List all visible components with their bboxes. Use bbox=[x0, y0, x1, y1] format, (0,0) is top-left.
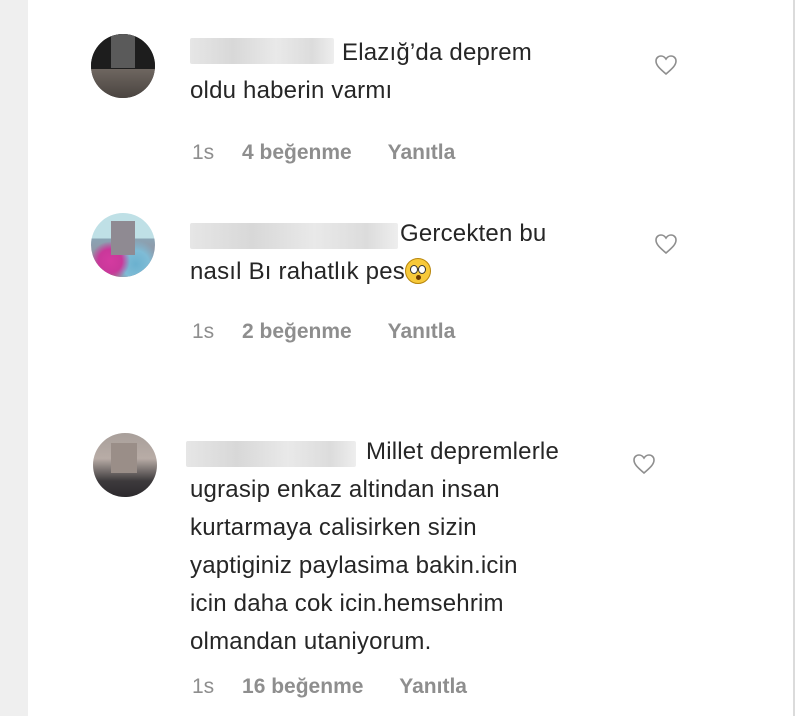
like-count[interactable]: 4 beğenme bbox=[242, 141, 352, 165]
heart-icon[interactable] bbox=[632, 453, 656, 475]
comment-line: kurtarmaya calisirken sizin bbox=[190, 514, 477, 541]
reply-button[interactable]: Yanıtla bbox=[388, 320, 456, 344]
avatar[interactable] bbox=[91, 213, 155, 277]
comment-time[interactable]: 1s bbox=[192, 320, 214, 344]
comment-meta: 1s 2 beğenme Yanıtla bbox=[192, 320, 455, 344]
comment-line: ugrasip enkaz altindan insan bbox=[190, 476, 500, 503]
reply-button[interactable]: Yanıtla bbox=[388, 141, 456, 165]
reply-button[interactable]: Yanıtla bbox=[399, 675, 467, 699]
comment-text: Elazığ’da deprem oldu haberin varmı bbox=[190, 34, 532, 110]
heart-icon[interactable] bbox=[654, 233, 678, 255]
comment-meta: 1s 4 beğenme Yanıtla bbox=[192, 141, 455, 165]
comment-line: Elazığ’da deprem bbox=[342, 39, 532, 66]
comment-meta: 1s 16 beğenme Yanıtla bbox=[192, 675, 467, 699]
comment-line-text: nasıl Bı rahatlık pes bbox=[190, 258, 405, 285]
left-panel-strip bbox=[0, 0, 28, 716]
like-count[interactable]: 16 beğenme bbox=[242, 675, 363, 699]
avatar[interactable] bbox=[91, 34, 155, 98]
heart-icon[interactable] bbox=[654, 54, 678, 76]
comment-line: nasıl Bı rahatlık pes bbox=[190, 253, 546, 291]
comment-line: oldu haberin varmı bbox=[190, 77, 393, 104]
comment-line: icin daha cok icin.hemsehrim bbox=[190, 590, 504, 617]
flushed-face-emoji-icon bbox=[404, 258, 431, 284]
comment-line: olmandan utaniyorum. bbox=[190, 628, 432, 655]
comment-time[interactable]: 1s bbox=[192, 141, 214, 165]
avatar[interactable] bbox=[93, 433, 157, 497]
comment-text: Gercekten bu nasıl Bı rahatlık pes bbox=[190, 215, 546, 291]
like-count[interactable]: 2 beğenme bbox=[242, 320, 352, 344]
comment-text: Millet depremlerle ugrasip enkaz altinda… bbox=[190, 433, 559, 661]
comment-line: yaptiginiz paylasima bakin.icin bbox=[190, 552, 518, 579]
comment-time[interactable]: 1s bbox=[192, 675, 214, 699]
comment-line: Gercekten bu bbox=[400, 220, 547, 247]
comment-line: Millet depremlerle bbox=[366, 438, 559, 465]
